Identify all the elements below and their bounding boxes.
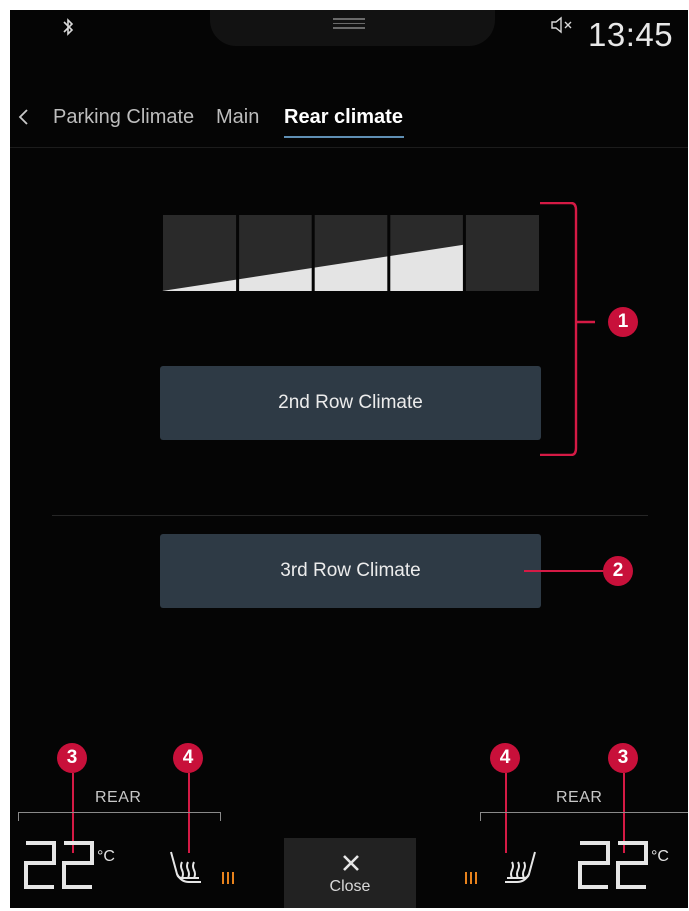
callout-bracket: [540, 202, 595, 456]
rear-right-temperature-unit: °C: [651, 848, 669, 865]
callout-4-left-badge: 4: [173, 743, 203, 773]
callout-4-left-leader-line: [188, 773, 190, 853]
fan-level-separator: [311, 215, 315, 291]
heat-level-bar: [232, 872, 234, 884]
fan-level-separator: [236, 215, 240, 291]
heat-level-bar: [222, 872, 224, 884]
bluetooth-icon: [63, 18, 74, 36]
clock: 13:45: [588, 16, 674, 53]
close-label: Close: [329, 878, 371, 895]
rear-fan-level-control[interactable]: [162, 215, 540, 291]
fan-level-segment[interactable]: [465, 215, 539, 291]
rear-left-tick: [220, 812, 221, 821]
seat-heating-right-icon[interactable]: [501, 848, 539, 888]
heat-level-bar: [475, 872, 477, 884]
fan-level-segment[interactable]: [163, 215, 237, 291]
section-divider: [52, 515, 648, 516]
rear-left-tick: [18, 812, 19, 821]
callout-3-right-badge: 3: [608, 743, 638, 773]
rear-right-temperature[interactable]: 22: [578, 839, 650, 891]
heat-level-bar: [465, 872, 467, 884]
rear-left-divider: [18, 812, 221, 813]
callout-3-left-badge: 3: [57, 743, 87, 773]
active-tab-indicator: [284, 136, 404, 138]
callout-4-right-leader-line: [505, 773, 507, 853]
heat-level-bar: [470, 872, 472, 884]
close-button[interactable]: Close: [284, 838, 416, 908]
drag-handle-icon[interactable]: [333, 18, 365, 30]
seat-heating-left-icon[interactable]: [167, 848, 205, 888]
header-divider: [10, 147, 688, 148]
rear-right-tick: [480, 812, 481, 821]
rear-left-temperature-unit: °C: [97, 848, 115, 865]
rear-right-label: REAR: [556, 789, 603, 806]
callout-2-badge: 2: [603, 556, 633, 586]
tab-main[interactable]: Main: [216, 106, 259, 129]
seat-heat-level-left: [222, 872, 234, 884]
sound-muted-icon: [551, 16, 572, 34]
callout-4-right-badge: 4: [490, 743, 520, 773]
tab-rear-climate[interactable]: Rear climate: [284, 106, 403, 129]
rear-left-temperature[interactable]: 22: [24, 839, 96, 891]
callout-1-badge: 1: [608, 307, 638, 337]
close-icon: [343, 855, 359, 871]
callout-2-leader-line: [524, 570, 604, 572]
seat-heat-level-right: [465, 872, 477, 884]
rear-left-label: REAR: [95, 789, 142, 806]
heat-level-bar: [227, 872, 229, 884]
rear-climate-screen: 13:45 Parking Climate Main Rear climate …: [10, 10, 688, 908]
chevron-left-icon[interactable]: [16, 106, 32, 128]
fan-level-separator: [387, 215, 391, 291]
rear-right-divider: [480, 812, 688, 813]
third-row-climate-button[interactable]: 3rd Row Climate: [160, 534, 541, 608]
second-row-climate-button[interactable]: 2nd Row Climate: [160, 366, 541, 440]
top-drawer-handle[interactable]: [210, 10, 495, 46]
tab-parking-climate[interactable]: Parking Climate: [53, 106, 194, 129]
fan-level-separator: [462, 215, 466, 291]
